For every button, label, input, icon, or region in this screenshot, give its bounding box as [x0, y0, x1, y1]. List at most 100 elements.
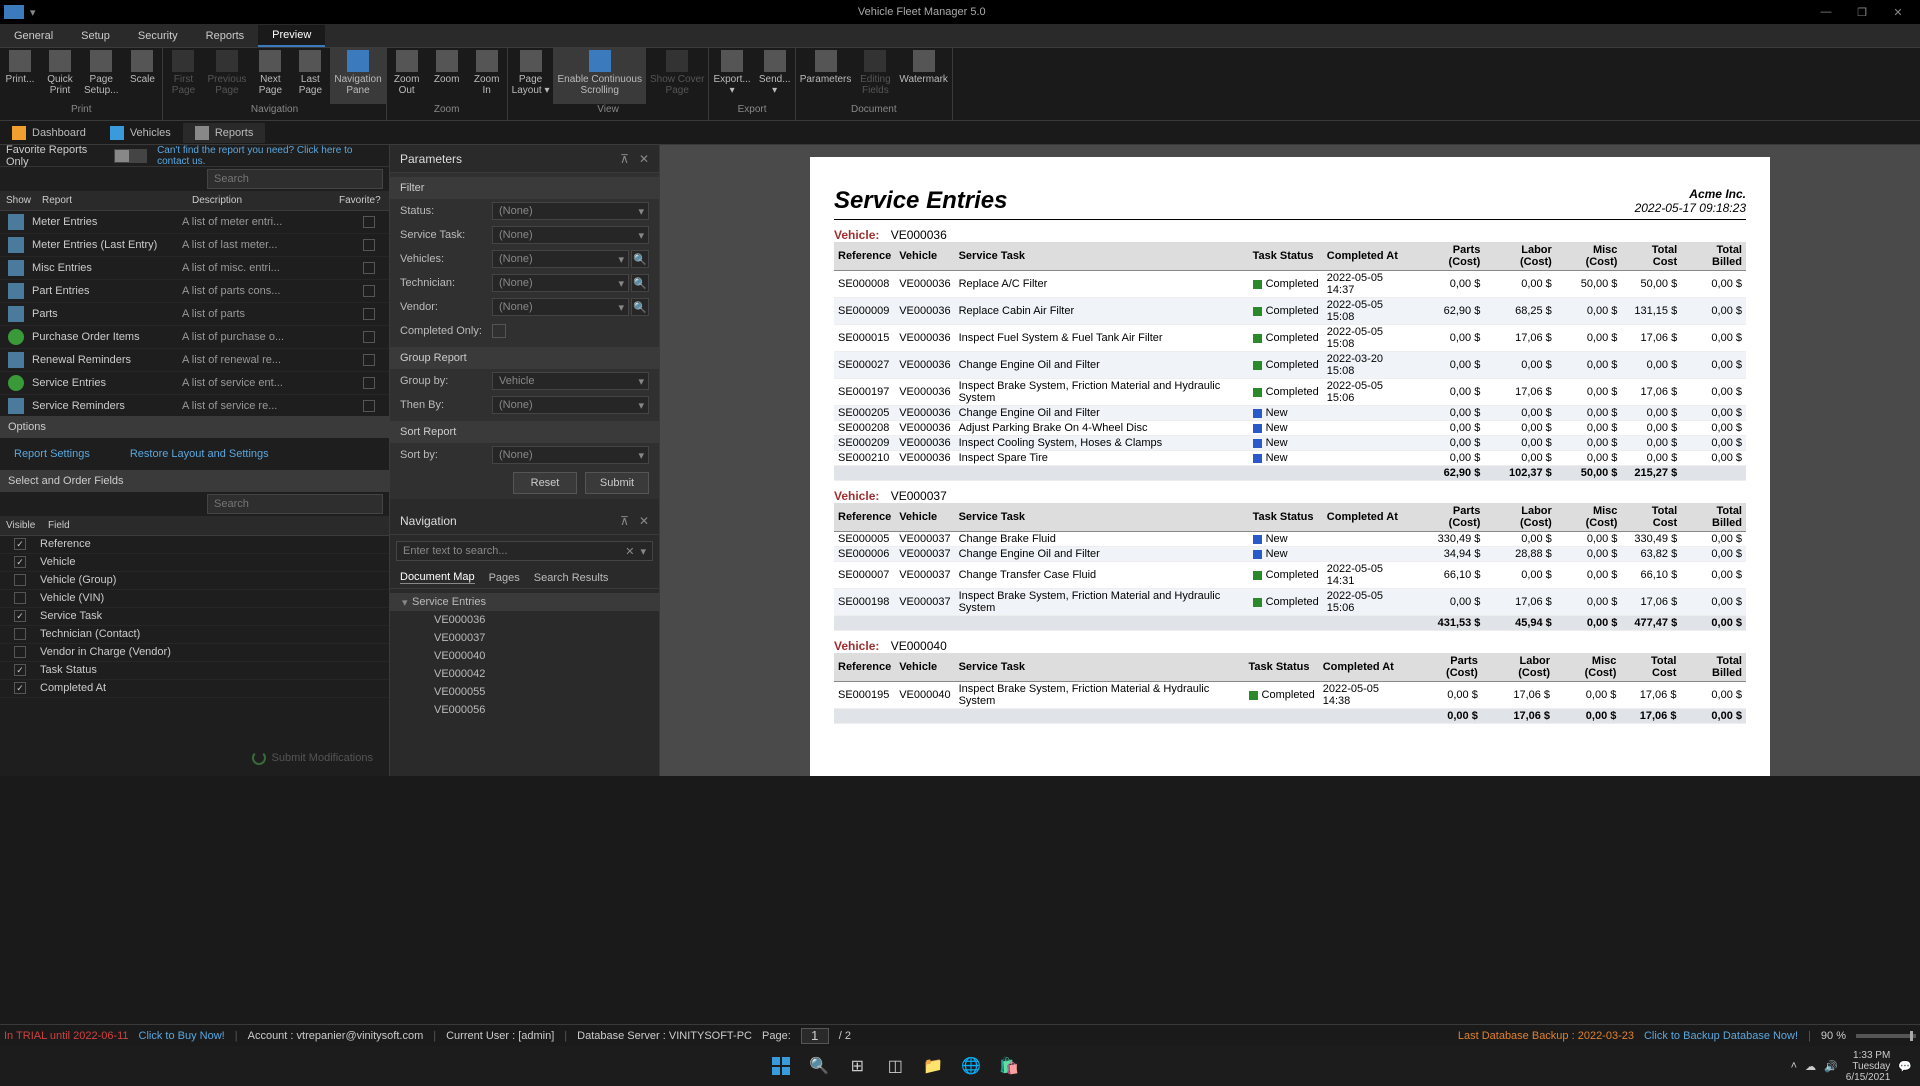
sort-by-select[interactable]: (None)▾	[492, 446, 649, 464]
nav-tab-pages[interactable]: Pages	[489, 572, 520, 584]
visible-checkbox[interactable]	[14, 574, 26, 586]
field-row[interactable]: Vehicle	[0, 554, 389, 572]
nav-tab-search-results[interactable]: Search Results	[534, 572, 609, 584]
tree-item[interactable]: VE000055	[390, 683, 659, 701]
menu-general[interactable]: General	[0, 26, 67, 46]
edge-icon[interactable]: 🌐	[955, 1050, 987, 1082]
report-preview[interactable]: Service Entries Acme Inc. 2022-05-17 09:…	[660, 145, 1920, 776]
widgets-icon[interactable]: ◫	[879, 1050, 911, 1082]
field-row[interactable]: Vehicle (Group)	[0, 572, 389, 590]
field-row[interactable]: Vendor in Charge (Vendor)	[0, 644, 389, 662]
page-input[interactable]	[801, 1028, 829, 1044]
maximize-button[interactable]: ❐	[1844, 0, 1880, 24]
ribbon-scale[interactable]: Scale	[122, 48, 162, 104]
parameters-close-icon[interactable]: ✕	[639, 152, 649, 166]
visible-checkbox[interactable]	[14, 610, 26, 622]
minimize-button[interactable]: —	[1808, 0, 1844, 24]
favorite-checkbox[interactable]	[363, 262, 375, 274]
ribbon-zoom-in[interactable]: ZoomIn	[467, 48, 507, 104]
favorite-checkbox[interactable]	[363, 400, 375, 412]
favorite-checkbox[interactable]	[363, 239, 375, 251]
tray-chevron-icon[interactable]: ˄	[1791, 1060, 1797, 1072]
submit-modifications-button[interactable]: Submit Modifications	[252, 751, 374, 765]
filter-select[interactable]: (None)▾	[492, 226, 649, 244]
visible-checkbox[interactable]	[14, 682, 26, 694]
visible-checkbox[interactable]	[14, 664, 26, 676]
tree-item[interactable]: VE000036	[390, 611, 659, 629]
navigation-close-icon[interactable]: ✕	[639, 514, 649, 528]
report-row[interactable]: Meter Entries (Last Entry)A list of last…	[0, 234, 389, 257]
report-row[interactable]: PartsA list of parts	[0, 303, 389, 326]
tab-reports[interactable]: Reports	[183, 123, 266, 143]
notifications-icon[interactable]: 💬	[1898, 1060, 1912, 1073]
store-icon[interactable]: 🛍️	[993, 1050, 1025, 1082]
restore-layout-link[interactable]: Restore Layout and Settings	[130, 448, 269, 460]
visible-checkbox[interactable]	[14, 556, 26, 568]
favorite-checkbox[interactable]	[363, 216, 375, 228]
menu-security[interactable]: Security	[124, 26, 192, 46]
parameters-pin-icon[interactable]: ⊼	[620, 152, 629, 166]
tray-cloud-icon[interactable]: ☁	[1805, 1060, 1816, 1073]
ribbon-export-[interactable]: Export...▾	[709, 48, 754, 104]
ribbon-parameters[interactable]: Parameters	[796, 48, 856, 104]
field-row[interactable]: Completed At	[0, 680, 389, 698]
lookup-button[interactable]: 🔍	[631, 250, 649, 268]
field-row[interactable]: Technician (Contact)	[0, 626, 389, 644]
filter-select[interactable]: (None)▾	[492, 250, 629, 268]
ribbon-send-[interactable]: Send...▾	[755, 48, 795, 104]
favorite-only-toggle[interactable]	[114, 149, 147, 163]
report-row[interactable]: Service EntriesA list of service ent...	[0, 372, 389, 395]
tree-root[interactable]: ▾ Service Entries	[390, 593, 659, 611]
start-button[interactable]	[765, 1050, 797, 1082]
buy-link[interactable]: Click to Buy Now!	[139, 1030, 225, 1042]
ribbon-zoom-out[interactable]: ZoomOut	[387, 48, 427, 104]
report-row[interactable]: Service RemindersA list of service re...	[0, 395, 389, 416]
visible-checkbox[interactable]	[14, 538, 26, 550]
favorite-checkbox[interactable]	[363, 308, 375, 320]
then-by-select[interactable]: (None)▾	[492, 396, 649, 414]
visible-checkbox[interactable]	[14, 628, 26, 640]
favorite-checkbox[interactable]	[363, 354, 375, 366]
report-row[interactable]: Misc EntriesA list of misc. entri...	[0, 257, 389, 280]
tree-item[interactable]: VE000037	[390, 629, 659, 647]
visible-checkbox[interactable]	[14, 592, 26, 604]
report-row[interactable]: Part EntriesA list of parts cons...	[0, 280, 389, 303]
tree-item[interactable]: VE000056	[390, 701, 659, 719]
report-row[interactable]: Purchase Order ItemsA list of purchase o…	[0, 326, 389, 349]
ribbon-navigation-pane[interactable]: NavigationPane	[330, 48, 385, 104]
menu-preview[interactable]: Preview	[258, 25, 325, 47]
backup-link[interactable]: Click to Backup Database Now!	[1644, 1030, 1798, 1042]
field-row[interactable]: Reference	[0, 536, 389, 554]
system-clock[interactable]: 1:33 PMTuesday6/15/2021	[1846, 1050, 1891, 1083]
report-row[interactable]: Renewal RemindersA list of renewal re...	[0, 349, 389, 372]
navigation-pin-icon[interactable]: ⊼	[620, 514, 629, 528]
ribbon-quick-print[interactable]: QuickPrint	[40, 48, 80, 104]
task-view-icon[interactable]: ⊞	[841, 1050, 873, 1082]
completed-only-checkbox[interactable]	[492, 324, 506, 338]
menu-reports[interactable]: Reports	[192, 26, 259, 46]
menu-setup[interactable]: Setup	[67, 26, 124, 46]
explorer-icon[interactable]: 📁	[917, 1050, 949, 1082]
report-settings-link[interactable]: Report Settings	[14, 448, 90, 460]
visible-checkbox[interactable]	[14, 646, 26, 658]
ribbon-next-page[interactable]: NextPage	[250, 48, 290, 104]
favorite-checkbox[interactable]	[363, 331, 375, 343]
field-row[interactable]: Service Task	[0, 608, 389, 626]
tree-item[interactable]: VE000040	[390, 647, 659, 665]
field-row[interactable]: Task Status	[0, 662, 389, 680]
search-icon[interactable]: 🔍	[803, 1050, 835, 1082]
nav-tab-document-map[interactable]: Document Map	[400, 571, 475, 584]
close-button[interactable]: ✕	[1880, 0, 1916, 24]
lookup-button[interactable]: 🔍	[631, 274, 649, 292]
field-search-input[interactable]	[207, 494, 383, 514]
group-by-select[interactable]: Vehicle▾	[492, 372, 649, 390]
filter-select[interactable]: (None)▾	[492, 274, 629, 292]
report-row[interactable]: Meter EntriesA list of meter entri...	[0, 211, 389, 234]
navigation-search-input[interactable]: Enter text to search...✕▾	[396, 541, 653, 561]
contact-link[interactable]: Can't find the report you need? Click he…	[157, 145, 383, 167]
reset-button[interactable]: Reset	[513, 472, 577, 494]
tree-item[interactable]: VE000042	[390, 665, 659, 683]
filter-select[interactable]: (None)▾	[492, 202, 649, 220]
ribbon-enable-continuous-scrolling[interactable]: Enable ContinuousScrolling	[553, 48, 646, 104]
zoom-slider[interactable]	[1856, 1034, 1916, 1038]
